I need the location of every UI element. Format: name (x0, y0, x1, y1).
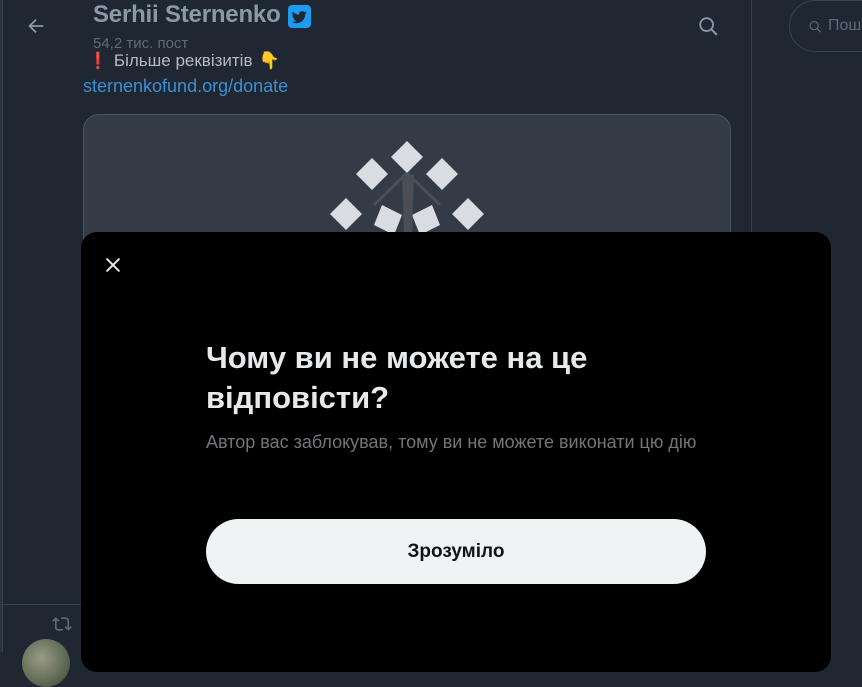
understood-button[interactable]: Зрозуміло (206, 519, 706, 584)
pointing-hand-emoji-icon: 👇 (258, 51, 280, 70)
search-input[interactable] (828, 17, 862, 35)
profile-name: Serhii Sternenko (93, 1, 311, 29)
tweet-text-line: ❗ Більше реквізитів 👇 (88, 51, 280, 71)
exclamation-emoji-icon: ❗ (88, 53, 108, 70)
profile-name-text: Serhii Sternenko (93, 1, 281, 28)
modal-dialog: Чому ви не можете на це відповісти? Авто… (81, 232, 831, 672)
modal-title: Чому ви не можете на це відповісти? (206, 340, 588, 415)
modal-description: Автор вас заблокував, тому ви не можете … (206, 432, 697, 452)
search-icon (699, 17, 718, 36)
verified-badge-icon (287, 5, 311, 28)
close-button[interactable] (97, 249, 129, 281)
search-field-icon (809, 20, 821, 32)
tweet-text: Більше реквізитів (113, 51, 253, 70)
search-button[interactable] (692, 10, 724, 42)
donate-link[interactable]: sternenkofund.org/donate (83, 76, 288, 97)
back-button[interactable] (20, 10, 52, 42)
arrow-left-icon (28, 18, 44, 34)
close-icon (106, 258, 120, 272)
avatar[interactable] (22, 639, 70, 687)
timeline-border-left (2, 0, 3, 652)
search-box[interactable] (789, 0, 862, 52)
retweet-icon (52, 614, 72, 639)
post-count: 54,2 тис. пост (93, 35, 189, 52)
